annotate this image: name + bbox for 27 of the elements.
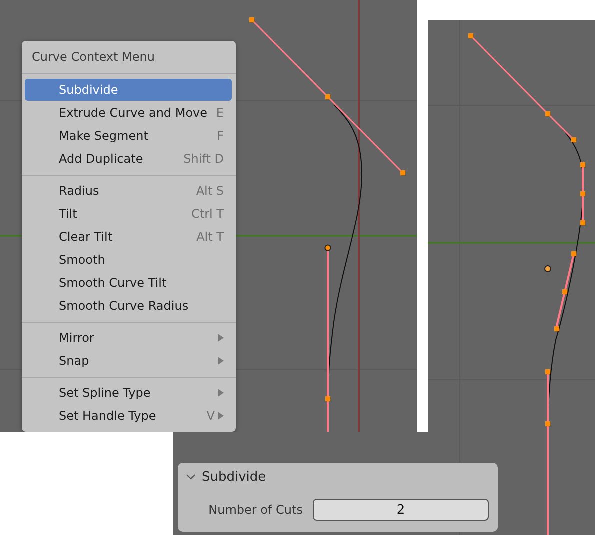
menu-item[interactable]: Set Spline Type xyxy=(25,382,232,404)
number-field[interactable]: 2 xyxy=(313,499,489,521)
menu-item[interactable]: Make Segment F xyxy=(25,125,232,147)
shortcut-label: Alt T xyxy=(196,230,224,244)
menu-item[interactable]: Smooth xyxy=(25,249,232,271)
menu-item[interactable]: Tilt Ctrl T xyxy=(25,203,232,225)
shortcut-label: Alt S xyxy=(196,184,224,198)
shortcut-label: V xyxy=(206,409,215,423)
shortcut-label: Shift D xyxy=(184,152,224,166)
menu-item[interactable]: Clear Tilt Alt T xyxy=(25,226,232,248)
shortcut-label: F xyxy=(217,129,224,143)
menu-item[interactable]: Snap xyxy=(25,350,232,372)
menu-item[interactable]: Set Handle Type V xyxy=(25,405,232,427)
panel-title: Subdivide xyxy=(202,470,266,484)
menu-item[interactable]: Smooth Curve Tilt xyxy=(25,272,232,294)
menu-title: Curve Context Menu xyxy=(22,41,236,74)
chevron-icon[interactable] xyxy=(186,472,196,482)
shortcut-label: E xyxy=(216,106,224,120)
menu-item[interactable]: Extrude Curve and Move E xyxy=(25,102,232,124)
origin-dot-icon xyxy=(544,266,552,272)
menu-item[interactable]: Radius Alt S xyxy=(25,180,232,202)
menu-item[interactable]: Smooth Curve Radius xyxy=(25,295,232,317)
menu-item[interactable]: Subdivide xyxy=(25,79,232,101)
shortcut-label: Ctrl T xyxy=(192,207,224,221)
menu-item[interactable]: Add Duplicate Shift D xyxy=(25,148,232,170)
menu-item[interactable]: Mirror xyxy=(25,327,232,349)
field-label: Number of Cuts xyxy=(208,503,303,517)
